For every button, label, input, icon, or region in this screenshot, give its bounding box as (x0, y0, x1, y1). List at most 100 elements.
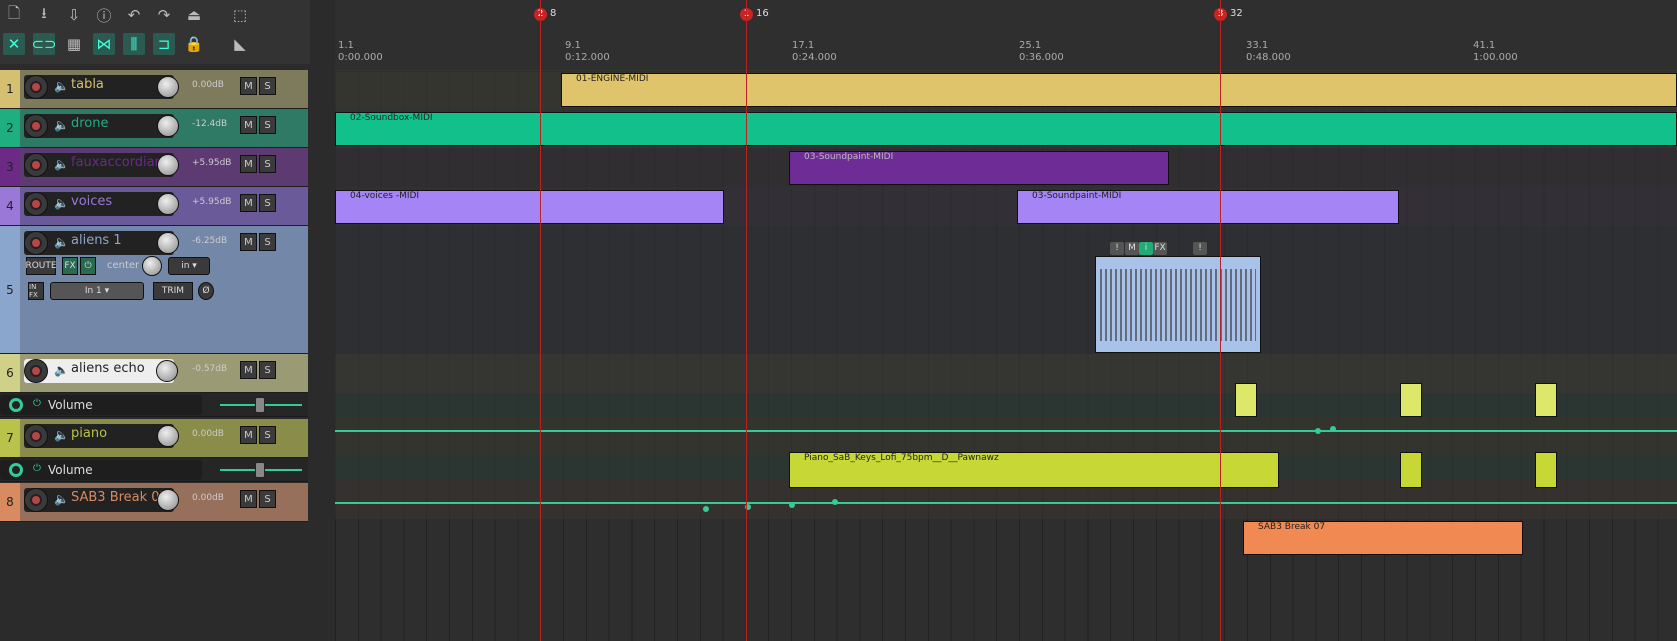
mute-button[interactable]: M (240, 77, 257, 95)
envelope-point[interactable] (1315, 428, 1321, 434)
envelope-point[interactable] (832, 499, 838, 505)
audio-item[interactable]: Piano_SaB_Keys_Lofi_75bpm__D__Pawnawz (789, 452, 1279, 488)
record-arm-button[interactable] (24, 153, 48, 177)
record-arm-button[interactable] (24, 75, 48, 99)
lock-icon[interactable]: 🔒 (183, 33, 205, 55)
track-name[interactable]: voices (71, 194, 112, 209)
item-take-button[interactable]: i (1139, 242, 1153, 255)
volume-knob[interactable] (157, 193, 179, 215)
timeline-ruler[interactable]: 28 116 332 1.10:00.000 9.10:12.000 17.10:24.0… (335, 0, 1677, 72)
pan-knob[interactable] (142, 256, 162, 276)
ripple-edit-icon[interactable]: ✕ (3, 33, 25, 55)
envelope-link-icon[interactable]: ⋈ (93, 33, 115, 55)
solo-button[interactable]: S (259, 361, 276, 379)
input-fx-button[interactable]: IN FX (28, 282, 44, 300)
record-arm-button[interactable] (24, 114, 48, 138)
project-marker[interactable]: 332 (1214, 8, 1243, 21)
save-icon[interactable]: ⭳ (33, 4, 55, 26)
volume-knob[interactable] (157, 154, 179, 176)
envelope-point[interactable] (789, 502, 795, 508)
envelope-toggle-icon[interactable] (9, 463, 23, 477)
input-mode-select[interactable]: in ▾ (168, 257, 210, 275)
speaker-icon[interactable]: 🔈 (54, 79, 69, 93)
speaker-icon[interactable]: 🔈 (54, 118, 69, 132)
grid-icon[interactable]: ▦ (63, 33, 85, 55)
envelope-fader-handle[interactable] (255, 397, 265, 413)
render-icon[interactable]: ⇩ (63, 4, 85, 26)
trim-icon[interactable]: ◣ (229, 33, 251, 55)
undo-icon[interactable]: ↶ (123, 4, 145, 26)
track-name[interactable]: aliens echo (71, 361, 145, 376)
envelope-toggle-icon[interactable] (9, 398, 23, 412)
speaker-icon[interactable]: 🔈 (54, 196, 69, 210)
audio-item[interactable] (1535, 383, 1557, 417)
mute-button[interactable]: M (240, 155, 257, 173)
audio-item[interactable]: SAB3 Break 07 (1243, 521, 1523, 555)
track-name[interactable]: tabla (71, 77, 104, 92)
record-arm-button[interactable] (24, 359, 48, 383)
solo-button[interactable]: S (259, 77, 276, 95)
solo-button[interactable]: S (259, 116, 276, 134)
record-arm-button[interactable] (24, 192, 48, 216)
mute-button[interactable]: M (240, 233, 257, 251)
track-header[interactable]: 2 🔈 drone -12.4dB M S (0, 109, 308, 148)
record-arm-button[interactable] (24, 424, 48, 448)
solo-button[interactable]: S (259, 233, 276, 251)
solo-button[interactable]: S (259, 490, 276, 508)
solo-button[interactable]: S (259, 194, 276, 212)
solo-button[interactable]: S (259, 155, 276, 173)
audio-item[interactable] (1235, 383, 1257, 417)
envelope-fader-handle[interactable] (255, 462, 265, 478)
midi-item[interactable]: 01-ENGINE-MIDI (561, 73, 1677, 107)
project-marker[interactable]: 28 (534, 8, 556, 21)
envelope-name-box[interactable]: ⏻ Volume (0, 460, 202, 480)
record-arm-button[interactable] (24, 488, 48, 512)
track-header[interactable]: 3 🔈 fauxaccordian +5.95dB M S (0, 148, 308, 187)
audio-item[interactable] (1400, 452, 1422, 488)
track-header[interactable]: 6 🔈 aliens echo -0.57dB M S (0, 354, 308, 393)
phase-invert-button[interactable]: Ø (198, 282, 214, 300)
mute-button[interactable]: M (240, 361, 257, 379)
fx-power-icon[interactable]: ⏻ (80, 257, 96, 275)
track-header[interactable]: 8 🔈 SAB3 Break 07 0.00dB M S (0, 483, 308, 522)
envelope-power-icon[interactable]: ⏻ (33, 398, 41, 409)
solo-button[interactable]: S (259, 426, 276, 444)
speaker-icon[interactable]: 🔈 (54, 492, 69, 506)
midi-item[interactable]: 02-Soundbox-MIDI (335, 112, 1677, 146)
arrange-view[interactable]: 28 116 332 1.10:00.000 9.10:12.000 17.10:24.0… (335, 0, 1677, 641)
volume-knob[interactable] (156, 360, 178, 382)
volume-knob[interactable] (157, 115, 179, 137)
track-header[interactable]: 7 🔈 piano 0.00dB M S (0, 419, 308, 458)
speaker-icon[interactable]: 🔈 (54, 157, 69, 171)
fx-button[interactable]: FX (62, 257, 78, 275)
metronome-icon[interactable]: ⏏ (183, 4, 205, 26)
info-icon[interactable]: ⓘ (93, 4, 115, 26)
loop-icon[interactable]: ⊐ (153, 33, 175, 55)
midi-item[interactable]: 03-Soundpaint-MIDI (1017, 190, 1399, 224)
track-name[interactable]: piano (71, 426, 107, 441)
volume-knob[interactable] (157, 489, 179, 511)
redo-icon[interactable]: ↷ (153, 4, 175, 26)
volume-knob[interactable] (157, 232, 179, 254)
item-take-button[interactable]: ! (1193, 242, 1207, 255)
envelope-power-icon[interactable]: ⏻ (33, 463, 41, 474)
track-header[interactable]: 1 🔈 tabla 0.00dB M S (0, 70, 308, 109)
midi-item[interactable]: 03-Soundpaint-MIDI (789, 151, 1169, 185)
track-name[interactable]: drone (71, 116, 109, 131)
input-select[interactable]: In 1 ▾ (50, 282, 144, 300)
speaker-icon[interactable]: 🔈 (54, 363, 69, 377)
record-arm-button[interactable] (24, 231, 48, 255)
midi-item[interactable]: 04-voices -MIDI (335, 190, 724, 224)
mute-button[interactable]: M (240, 426, 257, 444)
mute-button[interactable]: M (240, 116, 257, 134)
marquee-icon[interactable]: ⬚ (229, 4, 251, 26)
track-name[interactable]: fauxaccordian (71, 155, 163, 170)
track-header[interactable]: 4 🔈 voices +5.95dB M S (0, 187, 308, 226)
item-take-button[interactable]: FX (1153, 242, 1167, 255)
trim-button[interactable]: TRIM (153, 282, 193, 300)
new-project-icon[interactable]: 🗋 (3, 4, 25, 26)
snap-icon[interactable]: ⫼ (123, 33, 145, 55)
audio-item[interactable] (1400, 383, 1422, 417)
mute-button[interactable]: M (240, 194, 257, 212)
item-take-button[interactable]: M (1125, 242, 1139, 255)
